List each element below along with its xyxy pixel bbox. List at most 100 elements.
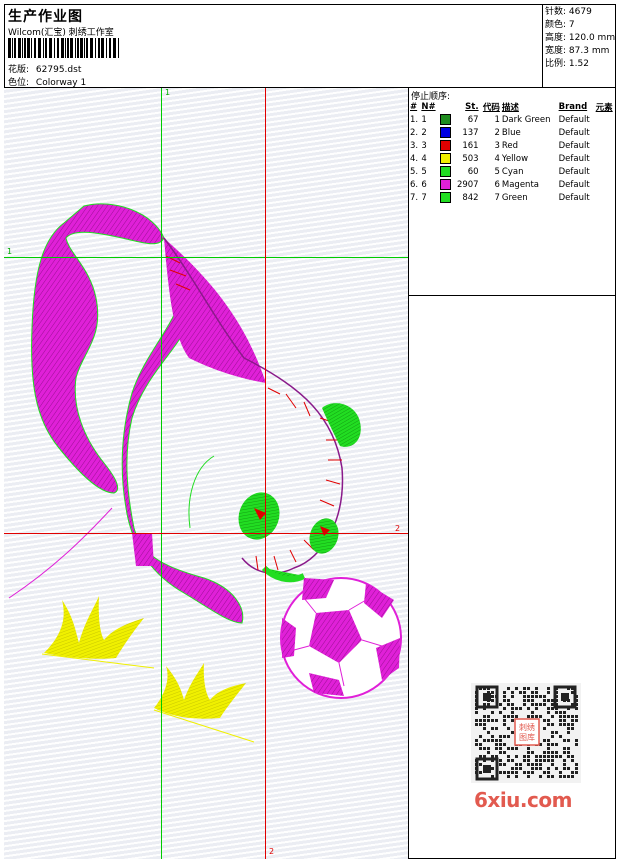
- thread-table: # N# St. 代码 描述 Brand 元素 1. 1 67 1 Dark Green…: [409, 100, 616, 204]
- thread-order: 4.: [410, 153, 419, 164]
- thread-row: 7. 7 842 7 Green Default: [409, 191, 616, 204]
- thread-desc: Dark Green: [501, 114, 551, 125]
- guide-label-red-right: 2: [395, 524, 401, 533]
- thread-desc: Blue: [501, 127, 521, 138]
- thread-desc: Yellow: [501, 153, 529, 164]
- thread-stitches: 67: [467, 114, 479, 125]
- design-label: 花版:: [8, 65, 30, 75]
- thread-desc: Red: [501, 140, 519, 151]
- thread-stitches: 503: [462, 153, 479, 164]
- color-swatch: [439, 179, 451, 190]
- panda-mouth: [261, 565, 306, 583]
- thread-element: [595, 139, 616, 152]
- thread-order: 6.: [410, 179, 419, 190]
- qr-stamp-text-top: 刺绣: [519, 722, 535, 732]
- thread-swatch-cell: [439, 113, 454, 126]
- thread-code: 3: [494, 140, 500, 151]
- thread-code: 6: [494, 179, 500, 190]
- thread-brand: Default: [558, 140, 590, 151]
- guide-line-green-vertical: [161, 88, 162, 859]
- stat-width: 宽度: 87.3 mm: [545, 46, 610, 56]
- thread-n: 2: [421, 127, 427, 138]
- qr-code: 刺绣 图库: [471, 683, 581, 783]
- thread-element: [595, 126, 616, 139]
- col-desc: 描述: [501, 102, 519, 113]
- design-value: 62795.dst: [35, 65, 82, 75]
- thread-brand: Default: [558, 166, 590, 177]
- thread-code: 1: [494, 114, 500, 125]
- jump-stitch: [8, 507, 113, 599]
- embroidery-artwork: [8, 203, 402, 743]
- thread-brand: Default: [558, 153, 590, 164]
- color-swatch: [439, 153, 451, 164]
- barcode: [8, 38, 119, 58]
- page-title: 生产作业图: [8, 9, 83, 25]
- col-element: 元素: [595, 102, 613, 113]
- thread-order: 3.: [410, 140, 419, 151]
- color-swatch: [439, 114, 451, 125]
- col-code: 代码: [482, 102, 500, 113]
- design-row: 花版: 62795.dst: [8, 62, 81, 75]
- color-swatch: [439, 140, 451, 151]
- guide-label-green-left: 1: [7, 247, 13, 256]
- guide-line-red-vertical: [265, 88, 266, 859]
- header: 生产作业图 Wilcom(汇宝) 刺绣工作室 花版: 62795.dst 色位:…: [4, 4, 616, 88]
- thread-code: 4: [494, 153, 500, 164]
- thread-n: 7: [421, 192, 427, 203]
- colorway-row: 色位: Colorway 1: [8, 75, 86, 88]
- thread-n: 6: [421, 179, 427, 190]
- guide-label-green-top: 1: [165, 88, 171, 97]
- stat-scale: 比例: 1.52: [545, 59, 589, 69]
- colorway-label: 色位:: [8, 78, 30, 88]
- thread-n: 4: [421, 153, 427, 164]
- qr-stamp-text-bottom: 图库: [519, 732, 535, 742]
- stat-stitches: 针数: 4679: [545, 7, 592, 17]
- color-swatch: [439, 192, 451, 203]
- thread-order: 7.: [410, 192, 419, 203]
- thread-swatch-cell: [439, 139, 454, 152]
- thread-swatch-cell: [439, 152, 454, 165]
- stat-colors: 颜色: 7: [545, 20, 575, 30]
- thread-element: [595, 191, 616, 204]
- thread-element: [595, 178, 616, 191]
- thread-code: 7: [494, 192, 500, 203]
- thread-code: 2: [494, 127, 500, 138]
- table-divider: [409, 295, 616, 296]
- thread-swatch-cell: [439, 126, 454, 139]
- guide-label-red-bottom: 2: [269, 847, 275, 856]
- col-brand: Brand: [558, 101, 588, 112]
- thread-table-header: # N# St. 代码 描述 Brand 元素: [409, 100, 616, 113]
- col-n: N#: [421, 101, 436, 112]
- thread-row: 6. 6 2907 6 Magenta Default: [409, 178, 616, 191]
- thread-order: 2.: [410, 127, 419, 138]
- stats-panel: 针数: 4679 颜色: 7 高度: 120.0 mm 宽度: 87.3 mm …: [542, 4, 616, 88]
- thread-stitches: 842: [462, 192, 479, 203]
- thread-row: 1. 1 67 1 Dark Green Default: [409, 113, 616, 126]
- thread-row: 4. 4 503 4 Yellow Default: [409, 152, 616, 165]
- thread-stitches: 137: [462, 127, 479, 138]
- thread-desc: Magenta: [501, 179, 539, 190]
- thread-stitches: 2907: [456, 179, 479, 190]
- site-logo: 6xiu.com: [474, 788, 572, 812]
- thread-brand: Default: [558, 179, 590, 190]
- panda-body: [31, 203, 266, 624]
- thread-code: 5: [494, 166, 500, 177]
- thread-brand: Default: [558, 192, 590, 203]
- thread-desc: Green: [501, 192, 528, 203]
- thread-row: 3. 3 161 3 Red Default: [409, 139, 616, 152]
- thread-order: 5.: [410, 166, 419, 177]
- grass-tuft-1: [41, 596, 155, 669]
- stat-height: 高度: 120.0 mm: [545, 33, 616, 43]
- thread-swatch-cell: [439, 165, 454, 178]
- thread-row: 5. 5 60 5 Cyan Default: [409, 165, 616, 178]
- color-swatch: [439, 166, 451, 177]
- thread-brand: Default: [558, 127, 590, 138]
- col-swatch: [439, 100, 454, 113]
- color-swatch: [439, 127, 451, 138]
- grass-tuft-2: [153, 663, 255, 743]
- guide-line-red-horizontal: [4, 533, 408, 534]
- thread-desc: Cyan: [501, 166, 524, 177]
- col-order: #: [410, 101, 418, 112]
- thread-order: 1.: [410, 114, 419, 125]
- thread-stitches: 60: [467, 166, 479, 177]
